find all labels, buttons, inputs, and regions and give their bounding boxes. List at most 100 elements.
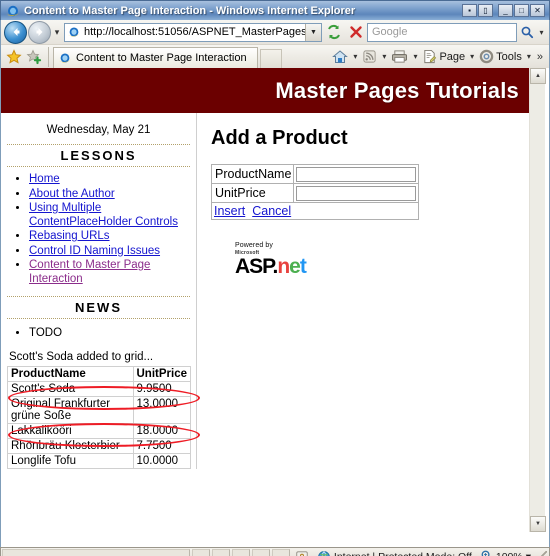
site-title: Master Pages Tutorials [275, 77, 519, 103]
page-title: Add a Product [211, 127, 348, 149]
recent-pages-caret-icon[interactable]: ▾ [51, 27, 63, 38]
productname-input[interactable] [296, 166, 417, 182]
form-row-commands: Insert Cancel [210, 202, 420, 220]
feeds-caret-icon[interactable]: ▾ [382, 52, 386, 61]
table-row: Longlife Tofu 10.0000 [7, 453, 191, 469]
window-title: Content to Master Page Interaction - Win… [24, 4, 356, 17]
sidebar-link-home[interactable]: Home [29, 173, 60, 185]
scrollbar-track[interactable] [530, 84, 545, 516]
internet-explorer-icon [5, 3, 21, 19]
cancel-link[interactable]: Cancel [252, 204, 291, 218]
toolbar-separator [48, 46, 49, 67]
label-unitprice: UnitPrice [210, 183, 295, 203]
table-row: Rhönbräu Klosterbier 7.7500 [7, 438, 191, 454]
maximize-button[interactable]: □ [514, 4, 529, 17]
sidebar-link-using-multiple-contentplaceholder-controls[interactable]: Using Multiple ContentPlaceHolder Contro… [29, 202, 178, 228]
restore-down-small-button[interactable]: ▪ [462, 4, 477, 17]
table-row: Scott's Soda 9.9500 [7, 381, 191, 397]
security-status-icon[interactable] [291, 550, 313, 556]
stop-button[interactable] [345, 22, 367, 42]
tab-and-command-bar: Content to Master Page Interaction ▾ ▾ ▾… [1, 44, 549, 68]
print-caret-icon[interactable]: ▾ [413, 52, 417, 61]
page-menu-button[interactable]: Page [420, 47, 467, 67]
zoom-caret-icon[interactable]: ▾ [526, 551, 531, 556]
field-unitprice-cell [293, 183, 420, 203]
aspnet-e-text: e [289, 255, 301, 278]
form-row-unitprice: UnitPrice [210, 183, 420, 203]
security-zone-panel[interactable]: Internet | Protected Mode: Off [313, 550, 476, 556]
zoom-icon [480, 549, 493, 556]
zoom-level: 100% [496, 551, 523, 556]
browser-tab[interactable]: Content to Master Page Interaction [53, 47, 258, 68]
browser-chrome: ▾ http://localhost:51056/ASPNET_MasterPa… [0, 20, 550, 68]
form-command-cell: Insert Cancel [210, 202, 420, 220]
insert-link[interactable]: Insert [214, 204, 245, 218]
tools-menu-button[interactable]: Tools [477, 47, 524, 67]
favorites-center-icon[interactable] [4, 47, 24, 67]
search-input[interactable]: Google [368, 26, 407, 38]
field-productname-cell [293, 164, 420, 184]
column-header-unitprice: UnitPrice [132, 366, 191, 382]
command-overflow-icon[interactable]: » [534, 51, 546, 63]
list-item: Using Multiple ContentPlaceHolder Contro… [29, 202, 190, 229]
back-button[interactable] [4, 20, 27, 44]
column-header-productname: ProductName [7, 366, 134, 382]
add-to-favorites-icon[interactable] [24, 47, 44, 67]
address-bar[interactable]: http://localhost:51056/ASPNET_MasterPage… [64, 22, 322, 42]
cell-productname: Lakkalikööri [7, 423, 134, 439]
tools-caret-icon[interactable]: ▾ [527, 52, 531, 61]
forward-button[interactable] [28, 20, 51, 44]
sidebar-link-content-to-master-page-interaction[interactable]: Content to Master Page Interaction [29, 259, 150, 285]
page-vertical-scrollbar[interactable]: ▲ ▼ [529, 68, 546, 532]
home-caret-icon[interactable]: ▾ [353, 52, 357, 61]
resize-grip[interactable] [535, 551, 547, 556]
restore-button[interactable]: ▯ [478, 4, 493, 17]
search-box[interactable]: Google [367, 22, 517, 42]
page-caret-icon[interactable]: ▾ [470, 52, 474, 61]
sidebar-link-rebasing-urls[interactable]: Rebasing URLs [29, 230, 110, 242]
close-button[interactable]: ✕ [530, 4, 545, 17]
search-provider-caret-icon[interactable]: ▾ [537, 28, 546, 37]
page-viewport: Master Pages Tutorials Wednesday, May 21… [0, 68, 550, 532]
lessons-list: Home About the Author Using Multiple Con… [7, 173, 190, 286]
zoom-control[interactable]: 100% ▾ [476, 549, 535, 556]
address-dropdown-icon[interactable]: ▼ [305, 23, 321, 41]
cell-productname: Rhönbräu Klosterbier [7, 438, 134, 454]
label-productname: ProductName [210, 164, 295, 184]
status-panel-4 [251, 549, 270, 556]
new-tab-button[interactable] [259, 49, 282, 68]
status-bar: Internet | Protected Mode: Off 100% ▾ [0, 547, 550, 556]
feeds-button[interactable] [360, 47, 379, 67]
list-item: Rebasing URLs [29, 230, 190, 244]
cell-productname: Scott's Soda [7, 381, 134, 397]
zone-text: Internet | Protected Mode: Off [334, 551, 472, 556]
aspnet-logo: Powered by Microsoft ASP.net [235, 242, 519, 277]
sidebar-link-control-id-naming-issues[interactable]: Control ID Naming Issues [29, 245, 160, 257]
tab-ie-icon [58, 51, 72, 65]
news-list: TODO [7, 327, 190, 339]
page-bottom-strip [0, 532, 550, 547]
page-body: Wednesday, May 21 LESSONS Home About the… [1, 113, 529, 469]
window-buttons: ▪ ▯ _ □ ✕ [462, 4, 547, 17]
add-product-form: ProductName UnitPrice Insert Cancel [210, 164, 420, 220]
address-input[interactable]: http://localhost:51056/ASPNET_MasterPage… [84, 26, 305, 38]
powered-by-label: Powered by [235, 242, 273, 249]
products-grid: ProductName UnitPrice Scott's Soda 9.950… [7, 366, 191, 469]
status-panel-1 [191, 549, 210, 556]
cell-productname: Longlife Tofu [7, 453, 134, 469]
home-button[interactable] [330, 47, 350, 67]
title-bar: Content to Master Page Interaction - Win… [0, 0, 550, 20]
scroll-down-button[interactable]: ▼ [530, 516, 546, 532]
unitprice-input[interactable] [296, 185, 417, 201]
list-item: TODO [29, 327, 190, 339]
scroll-up-button[interactable]: ▲ [530, 68, 546, 84]
search-icon[interactable] [517, 22, 537, 42]
minimize-button[interactable]: _ [498, 4, 513, 17]
status-panel-3 [231, 549, 250, 556]
refresh-button[interactable] [323, 22, 345, 42]
aspnet-wordmark: ASP.net [235, 256, 519, 277]
sidebar-link-about-the-author[interactable]: About the Author [29, 188, 115, 200]
lessons-heading: LESSONS [7, 144, 190, 167]
print-button[interactable] [389, 47, 410, 67]
list-item: Home [29, 173, 190, 187]
